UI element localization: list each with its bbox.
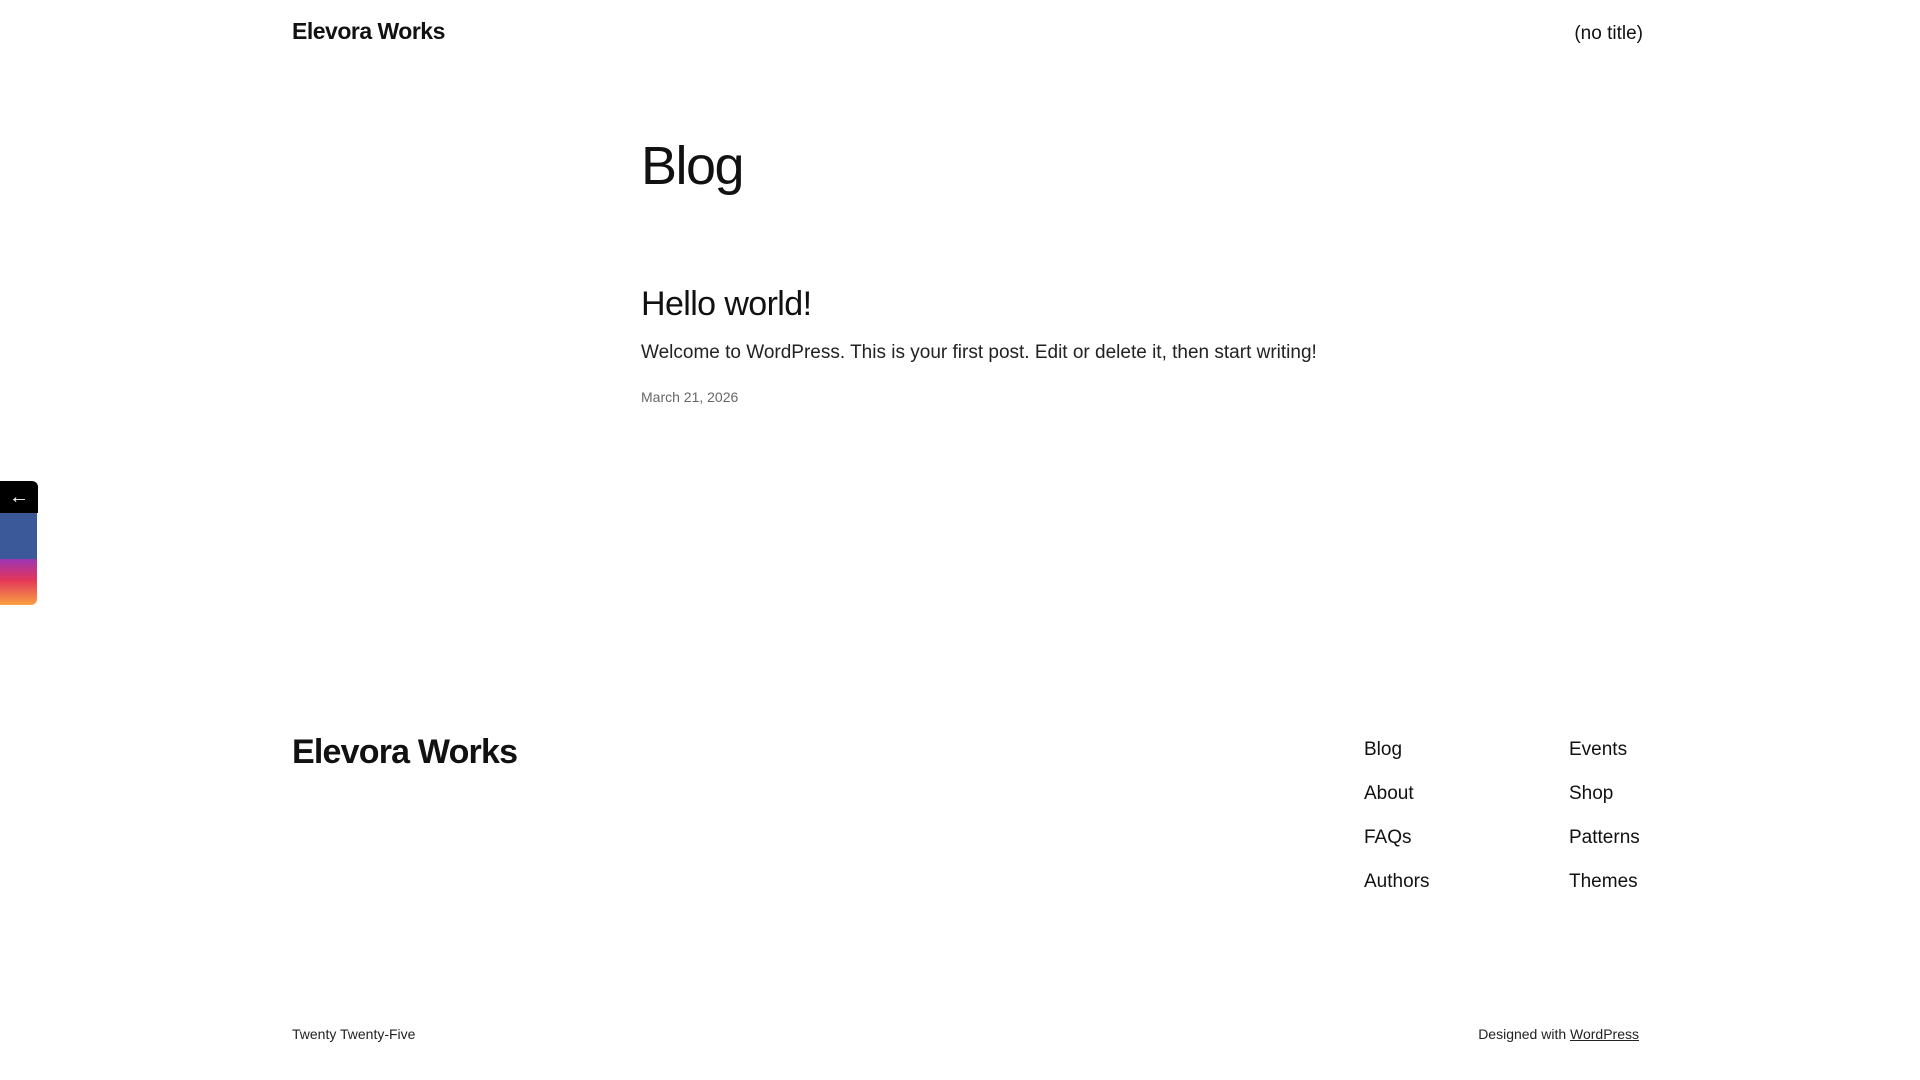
footer-nav-column-1: Blog About FAQs Authors [1364, 738, 1429, 914]
post-title-link[interactable]: Hello world! [641, 282, 1441, 327]
footer-link-authors[interactable]: Authors [1364, 870, 1429, 894]
footer-link-events[interactable]: Events [1569, 738, 1640, 762]
footer-theme-name: Twenty Twenty-Five [292, 1026, 416, 1042]
footer-credit: Designed with WordPress [1478, 1026, 1639, 1042]
arrow-left-icon: ← [9, 485, 29, 508]
page-title: Blog [641, 136, 745, 196]
footer-link-themes[interactable]: Themes [1569, 870, 1640, 894]
instagram-share-button[interactable] [0, 559, 37, 605]
footer-link-faqs[interactable]: FAQs [1364, 826, 1429, 850]
wordpress-link[interactable]: WordPress [1570, 1026, 1639, 1042]
footer-link-shop[interactable]: Shop [1569, 782, 1640, 806]
footer-nav-column-2: Events Shop Patterns Themes [1569, 738, 1640, 914]
page: Elevora Works (no title) Blog Hello worl… [0, 0, 1920, 1080]
share-toggle-button[interactable]: ← [0, 481, 38, 513]
post-excerpt: Welcome to WordPress. This is your first… [641, 342, 1317, 363]
social-share-bar: ← [0, 481, 38, 605]
post-item: Hello world! Welcome to WordPress. This … [641, 282, 1441, 405]
footer-credit-prefix: Designed with [1478, 1026, 1567, 1042]
header-nav-item[interactable]: (no title) [1574, 23, 1643, 45]
site-title-link[interactable]: Elevora Works [292, 18, 445, 45]
facebook-share-button[interactable] [0, 513, 37, 559]
footer-site-title[interactable]: Elevora Works [292, 733, 518, 772]
footer-link-blog[interactable]: Blog [1364, 738, 1429, 762]
post-date[interactable]: March 21, 2026 [641, 389, 1441, 405]
footer-link-patterns[interactable]: Patterns [1569, 826, 1640, 850]
footer-link-about[interactable]: About [1364, 782, 1429, 806]
